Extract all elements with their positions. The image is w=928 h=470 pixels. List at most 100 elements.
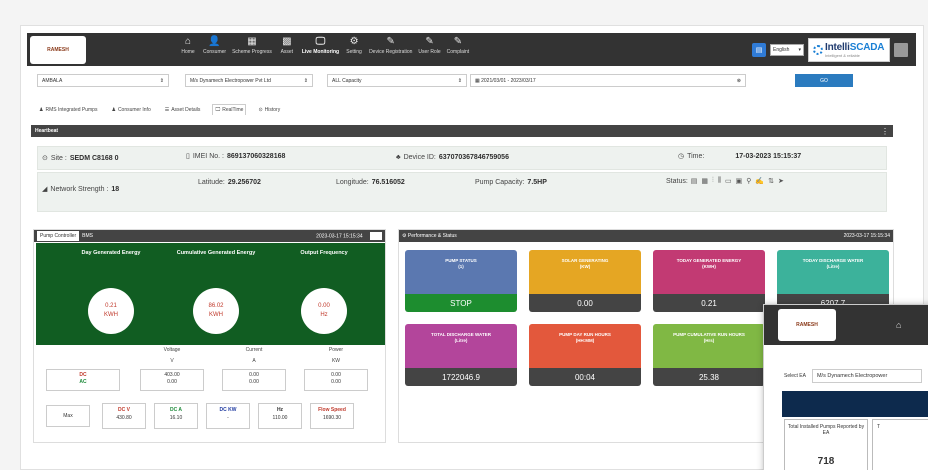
current-unit: A [252,358,256,364]
gauge-unit: KWH [104,312,118,318]
select-ea-label: Select EA [784,373,806,379]
brand-icon [813,45,823,55]
tab-history[interactable]: ⊙ History [256,104,282,115]
nav-label: Asset [280,49,294,55]
company-select[interactable]: M/s Dynamech Electropower Pvt Ltd ⇕ [185,74,313,87]
pump-controller-panel: Pump Controller BMS 2023-03-17 15:15:34 … [33,229,386,443]
tile-header: PUMP STATUS (1) [405,250,517,294]
nav-item-scheme-progress[interactable]: ▦ Scheme Progress [230,35,274,55]
tile-pump-status[interactable]: PUMP STATUS (1) STOP [405,250,517,312]
tile-header: TODAY GENERATED ENERGY (KWH) [653,250,765,294]
clear-icon[interactable]: ⊗ [737,78,741,84]
capacity-value: 7.5HP [527,179,547,186]
district-select[interactable]: AMBALA ⇕ [37,74,169,87]
status-icon[interactable]: ▣ [736,177,743,185]
nav-item-user-role[interactable]: ✎ User Role [416,35,442,55]
stat-dc-a: DC A 16.10 [154,403,198,429]
nav-item-live-monitoring[interactable]: 🖵 Live Monitoring [300,35,341,55]
site-value: SEDM C8168 0 [69,154,119,162]
nav-item-asset[interactable]: ▩ Asset [276,35,298,55]
tile-total-discharge-water[interactable]: TOTAL DISCHARGE WATER (Litre) 1722046.9 [405,324,517,386]
capacity-select[interactable]: ALL Capacity ⇕ [327,74,467,87]
status-icon[interactable]: ▦ [701,177,708,185]
tile-today-discharge-water[interactable]: TODAY DISCHARGE WATER (Litre) 6207.7 [777,250,889,312]
stat-value: 110.00 [272,415,288,421]
stat-label: DC A [169,407,183,413]
tile-header: TOTAL DISCHARGE WATER (Litre) [405,324,517,368]
nav-item-consumer[interactable]: 👤 Consumer [201,35,228,55]
tab-rms-integrated-pumps[interactable]: ♟ RMS Integrated Pumps [37,104,99,115]
max-label: Max [46,405,90,427]
installed-pumps-card[interactable]: Total Installed Pumps Reported by EA 718 [784,419,868,470]
tile-value: 0.21 [653,294,765,312]
tile-today-generated-energy[interactable]: TODAY GENERATED ENERGY (KWH) 0.21 [653,250,765,312]
tile-solar-generating[interactable]: SOLAR GENERATING (KW) 0.00 [529,250,641,312]
status-icon[interactable]: ▤ [691,177,698,185]
dc-ac-label: DC AC [46,369,120,391]
imei-value: 869137060328168 [226,152,286,160]
tab-realtime[interactable]: 🖵 RealTime [212,104,247,115]
voltage-header: Voltage [163,347,181,353]
tile-pump-cumulative-run-hours[interactable]: PUMP CUMULATIVE RUN HOURS (Hrs) 25.38 [653,324,765,386]
language-select[interactable]: English ▾ [770,44,804,56]
sub-tabs: ♟ RMS Integrated Pumps ♟ Consumer Info ☰ Asse… [37,104,282,115]
home-icon: ⌂ [184,36,192,47]
current-header: Current [245,347,263,353]
stat-dc-v: DC V 430.80 [102,403,146,429]
nav-item-complaint[interactable]: ✎ Complaint [445,35,472,55]
status-icon[interactable]: ⫶ [712,177,714,185]
nav-label: Complaint [446,49,470,55]
imei-icon: ▯ [186,153,190,160]
company-logo[interactable]: RAMESH [30,35,86,64]
status-icon[interactable]: ⇅ [768,177,774,185]
nav-label: Device Registration [369,49,413,55]
date-range-input[interactable]: ▦ 2021/03/01 - 2023/03/17 ⊗ [470,74,746,87]
power-values: 0.00 0.00 [304,369,368,391]
nav-item-home[interactable]: ⌂ Home [177,35,199,55]
tab-pump-controller[interactable]: Pump Controller [37,231,80,241]
grid-icon: ▩ [282,36,292,47]
stat-value: 16.10 [169,415,183,421]
tab-consumer-info[interactable]: ♟ Consumer Info [109,104,152,115]
edit-icon: ✎ [425,36,434,47]
edit-icon: ✎ [386,36,395,47]
go-button[interactable]: GO [795,74,853,87]
more-icon[interactable]: ⋮ [881,127,889,136]
edit-icon: ✎ [453,36,463,47]
tile-pump-day-run-hours[interactable]: PUMP DAY RUN HOURS (HH:MM) 00:04 [529,324,641,386]
card-icon[interactable] [370,232,382,240]
device-value: 637070367846759056 [438,154,509,161]
brand-tagline: Intelligent & reliable [825,53,860,58]
latitude-value: 29.256702 [227,179,261,186]
nav-item-device-registration[interactable]: ✎ Device Registration [367,35,414,55]
avatar[interactable] [894,43,908,57]
stat-label: DC KW [219,407,237,413]
status-icon[interactable]: ⫼ [718,177,721,185]
tab-bms[interactable]: BMS [79,231,96,241]
calendar-icon: ▦ [475,77,480,84]
home-icon[interactable]: ⌂ [896,320,901,330]
brand-logo: IntelliSCADA Intelligent & reliable [808,38,890,62]
notification-icon[interactable]: ▤ [752,43,766,57]
stat-value: - [227,415,229,421]
tile-header: PUMP CUMULATIVE RUN HOURS (Hrs) [653,324,765,368]
energy-label: Cumulative Generated Energy [176,250,256,256]
status-icon[interactable]: ➤ [778,177,784,185]
status-icon[interactable]: ▭ [725,177,732,185]
popup-window[interactable]: RAMESH ⌂ Select EA M/s Dynamech Electropow… [763,304,928,470]
energy-gauge: 0.00 Hz [301,288,347,334]
voltage-unit: V [170,358,174,364]
stat-value: 1690.30 [322,415,342,421]
status-icon[interactable]: ⚲ [746,177,751,185]
location-icon: ⊙ [42,155,48,162]
second-card[interactable]: T [872,419,928,470]
tab-asset-details[interactable]: ☰ Asset Details [163,104,203,115]
ea-select[interactable]: M/s Dynamech Electropower [811,369,922,383]
dc-label: DC [79,372,87,378]
status-icon[interactable]: ✍ [755,177,764,185]
tab-label: History [264,106,281,113]
tab-icon: ☰ [164,106,170,113]
monitor-icon: 🖵 [315,36,326,47]
clock-icon: ◷ [678,153,685,160]
nav-item-setting[interactable]: ⚙ Setting [343,35,365,55]
